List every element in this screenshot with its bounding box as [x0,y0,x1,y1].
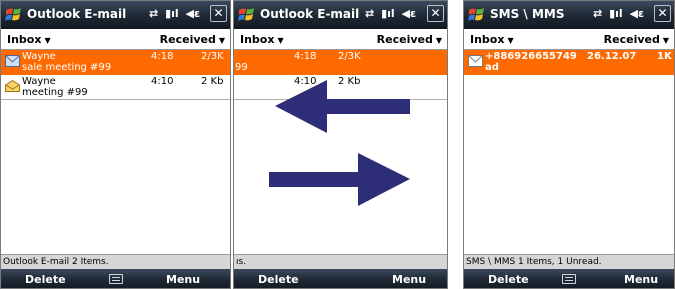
volume-icon: ◀ε [185,7,201,20]
title-bar: Outlook E-mail ⇄ ▮ıl ◀ε ✕ [1,1,230,29]
envelope-icon [468,55,483,67]
chevron-down-icon: ▼ [435,36,442,45]
sort-label: Received [376,33,433,46]
softkey-bar: Delete Menu [464,269,674,288]
signal-icon: ▮ıl [165,7,179,20]
delete-softkey[interactable]: Delete [25,273,66,286]
windows-start-icon[interactable] [237,5,257,25]
list-item[interactable]: 4:10 2 Kb [234,75,447,100]
close-icon[interactable]: ✕ [654,5,671,22]
outlook-email-screen: Outlook E-mail ⇄ ▮ıl ◀ε ✕ Inbox ▼ Receive… [0,0,231,289]
volume-icon: ◀ε [401,7,417,20]
folder-label: Inbox [470,33,505,46]
outlook-email-swipe-screen: Outlook E-mail ⇄ ▮ıl ◀ε ✕ Inbox ▼ Receive… [233,0,448,289]
sort-dropdown[interactable]: Received ▼ [160,33,225,46]
softkey-bar: Delete Menu [234,269,447,288]
list-item[interactable]: +886926655749 ad 26.12.07 1K [464,50,674,75]
sort-label: Received [159,33,216,46]
message-time: 4:18 [151,51,174,62]
envelope-icon [5,55,20,67]
message-size: 2/3K [201,51,224,62]
softkey-bar: Delete Menu [1,269,230,288]
menu-softkey[interactable]: Menu [624,273,658,286]
windows-start-icon[interactable] [4,5,24,25]
signal-icon: ▮ıl [381,7,395,20]
close-icon[interactable]: ✕ [210,5,227,22]
sms-mms-screen: SMS \ MMS ⇄ ▮ıl ◀ε ✕ Inbox ▼ Received ▼ +8… [463,0,675,289]
folder-label: Inbox [240,33,275,46]
message-sender: +886926655749 [485,51,577,62]
list-item[interactable]: Wayne meeting #99 4:10 2 Kb [1,75,230,100]
open-envelope-icon [5,80,20,92]
folder-label: Inbox [7,33,42,46]
message-time: 4:10 [151,76,174,87]
message-subject: ad [485,62,499,73]
keyboard-icon[interactable] [108,274,123,284]
chevron-down-icon: ▼ [218,36,225,45]
message-size: 1K [657,51,672,62]
windows-start-icon[interactable] [467,5,487,25]
sync-icon: ⇄ [149,7,159,20]
message-sender: Wayne [22,51,56,62]
app-title: Outlook E-mail [260,7,360,21]
keyboard-icon[interactable] [562,274,576,284]
status-icons: ⇄ ▮ıl ◀ε [362,7,416,20]
title-bar: SMS \ MMS ⇄ ▮ıl ◀ε ✕ [464,1,674,29]
message-subject: sale meeting #99 [22,62,112,73]
signal-icon: ▮ıl [609,7,623,20]
sort-dropdown[interactable]: Received ▼ [604,33,669,46]
delete-softkey[interactable]: Delete [258,273,299,286]
folder-dropdown[interactable]: Inbox ▼ [240,33,284,46]
message-size: 2 Kb [201,76,224,87]
status-bar: ıs. [234,254,447,270]
status-icons: ⇄ ▮ıl ◀ε [590,7,644,20]
message-subject: 99 [235,62,248,73]
message-time: 4:18 [294,51,317,62]
status-icons: ⇄ ▮ıl ◀ε [146,7,200,20]
chevron-down-icon: ▼ [662,36,669,45]
menu-softkey[interactable]: Menu [392,273,426,286]
list-item[interactable]: Wayne sale meeting #99 4:18 2/3K [1,50,230,75]
app-title: SMS \ MMS [490,7,565,21]
title-bar: Outlook E-mail ⇄ ▮ıl ◀ε ✕ [234,1,447,29]
sync-icon: ⇄ [593,7,603,20]
message-subject: meeting #99 [22,87,88,98]
sync-icon: ⇄ [365,7,375,20]
delete-softkey[interactable]: Delete [488,273,529,286]
status-bar: SMS \ MMS 1 Items, 1 Unread. [464,254,674,270]
list-header: Inbox ▼ Received ▼ [234,29,447,50]
close-icon[interactable]: ✕ [427,5,444,22]
message-sender: Wayne [22,76,56,87]
message-date: 26.12.07 [587,51,637,62]
chevron-down-icon: ▼ [277,36,284,45]
app-title: Outlook E-mail [27,7,127,21]
sort-dropdown[interactable]: Received ▼ [377,33,442,46]
message-time: 4:10 [294,76,317,87]
folder-dropdown[interactable]: Inbox ▼ [7,33,51,46]
list-header: Inbox ▼ Received ▼ [464,29,674,50]
status-bar: Outlook E-mail 2 Items. [1,254,230,270]
volume-icon: ◀ε [629,7,645,20]
chevron-down-icon: ▼ [507,36,514,45]
message-size: 2/3K [338,51,361,62]
menu-softkey[interactable]: Menu [166,273,200,286]
list-header: Inbox ▼ Received ▼ [1,29,230,50]
folder-dropdown[interactable]: Inbox ▼ [470,33,514,46]
message-size: 2 Kb [338,76,361,87]
sort-label: Received [603,33,660,46]
list-item[interactable]: 99 4:18 2/3K [234,50,447,75]
chevron-down-icon: ▼ [44,36,51,45]
